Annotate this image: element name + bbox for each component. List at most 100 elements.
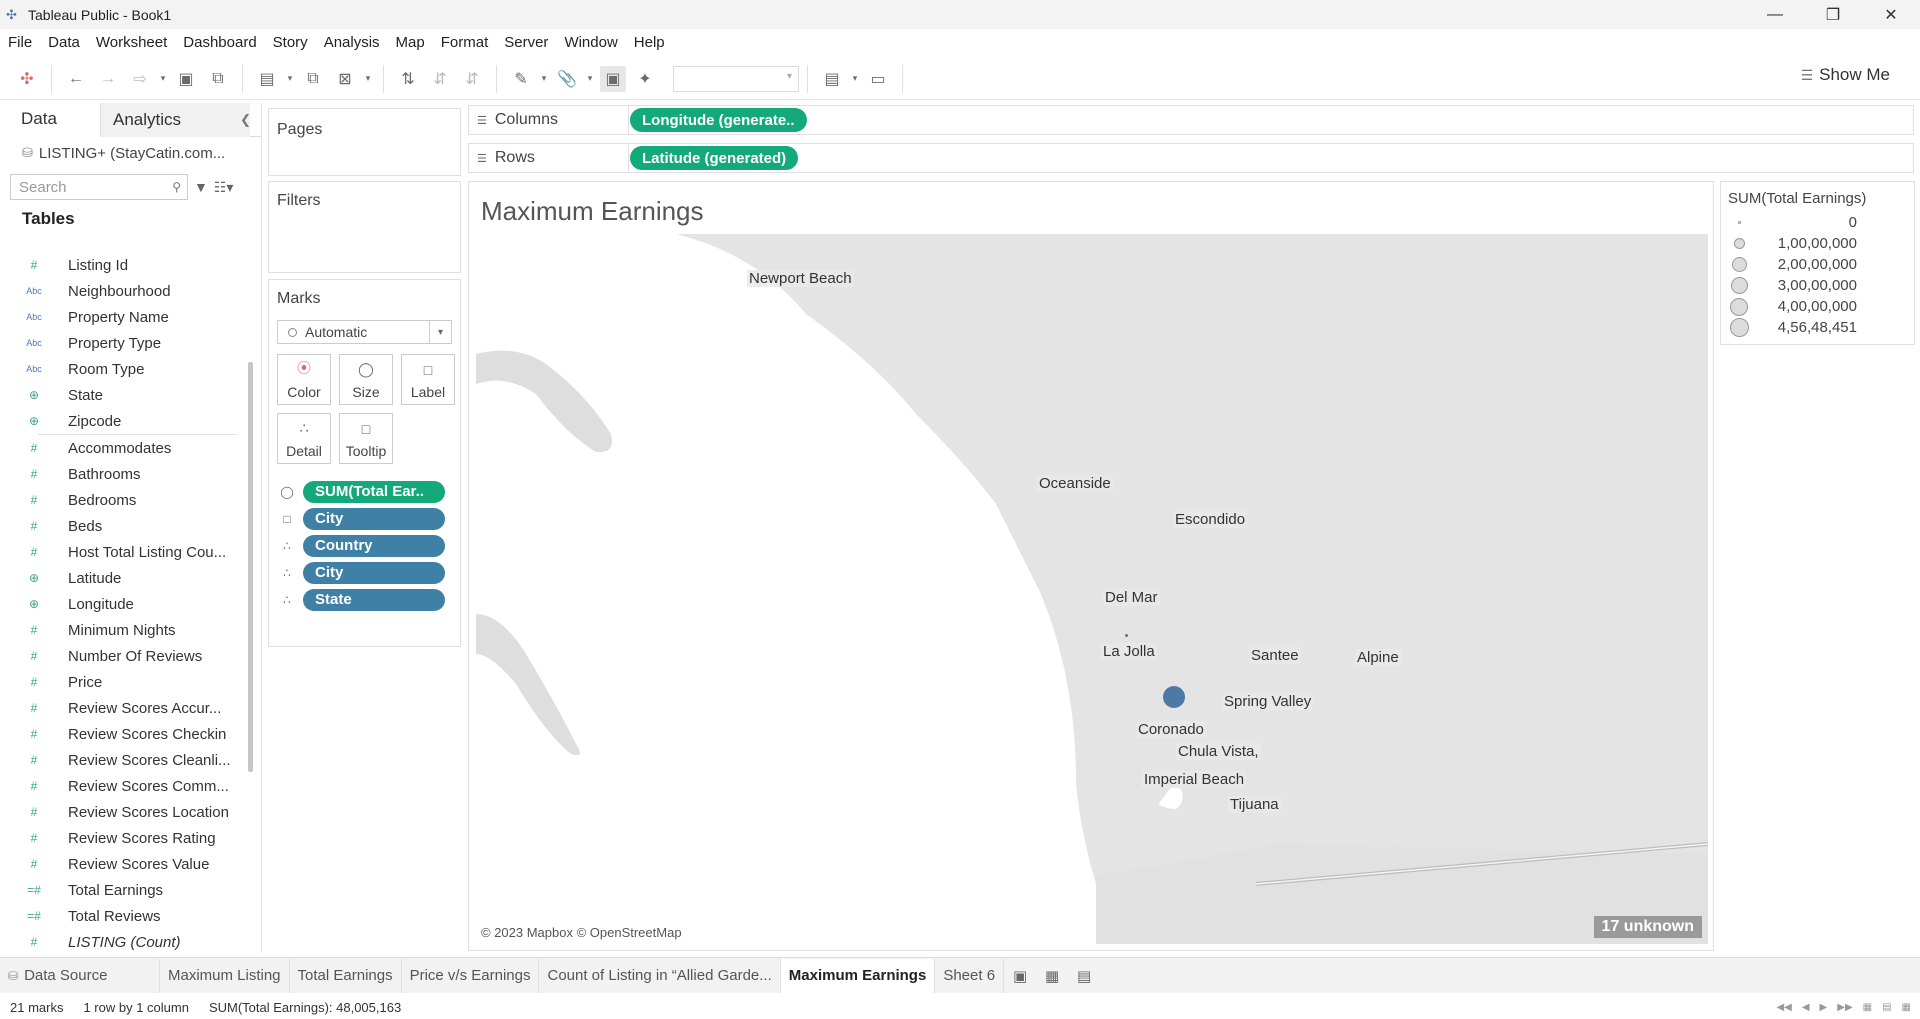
minimize-icon[interactable]: — — [1746, 0, 1804, 29]
menu-dashboard[interactable]: Dashboard — [175, 34, 264, 51]
prev-sheet-icon[interactable]: ◀ — [1797, 1002, 1815, 1013]
field-item[interactable]: # Beds — [0, 513, 246, 539]
rows-shelf[interactable]: ☰ Rows Latitude (generated) — [468, 143, 1914, 173]
collapse-pane-icon[interactable]: ❮ — [240, 112, 251, 128]
menu-file[interactable]: File — [0, 34, 40, 51]
datasource-item[interactable]: ⛁ LISTING+ (StayCatin.com... — [0, 137, 261, 169]
legend-title[interactable]: SUM(Total Earnings) — [1721, 182, 1914, 212]
sort-ascending-icon[interactable]: ⇵ — [427, 66, 453, 92]
field-item[interactable]: ⊕ Longitude — [0, 591, 246, 617]
new-worksheet-icon[interactable]: ▤ — [254, 66, 280, 92]
tableau-home-icon[interactable]: ✣ — [14, 66, 40, 92]
new-story-icon[interactable]: ▤ — [1068, 967, 1100, 985]
field-item[interactable]: # Listing Id — [0, 252, 246, 278]
show-me-button[interactable]: ☰ Show Me — [1801, 65, 1890, 85]
marks-pill[interactable]: City — [303, 507, 445, 530]
rows-pill[interactable]: Latitude (generated) — [630, 146, 799, 170]
menu-data[interactable]: Data — [40, 34, 88, 51]
field-item[interactable]: ⊕ State — [0, 382, 246, 408]
menu-server[interactable]: Server — [496, 34, 556, 51]
columns-pill[interactable]: Longitude (generate.. — [630, 108, 807, 132]
replay-icon[interactable]: ⇨ — [127, 66, 153, 92]
last-sheet-icon[interactable]: ▶▶ — [1832, 1002, 1857, 1013]
clear-sheet-icon[interactable]: ⊠ — [332, 66, 358, 92]
field-item[interactable]: Abc Neighbourhood — [0, 278, 246, 304]
unknown-indicator[interactable]: 17 unknown — [1593, 916, 1702, 938]
highlight-dropdown-icon[interactable]: ▾ — [538, 66, 550, 92]
viz-title[interactable]: Maximum Earnings — [481, 196, 704, 227]
tab-analytics[interactable]: Analytics — [100, 103, 250, 137]
tooltip-button[interactable]: □ Tooltip — [339, 413, 393, 464]
sheet-tab-active[interactable]: Maximum Earnings — [780, 958, 936, 993]
tab-data[interactable]: Data — [0, 103, 100, 137]
duplicate-sheet-icon[interactable]: ⧉ — [300, 66, 326, 92]
field-item[interactable]: ⊕ Latitude — [0, 565, 246, 591]
pages-card[interactable]: Pages — [268, 108, 461, 176]
field-item[interactable]: # Price — [0, 669, 246, 695]
field-item[interactable]: ⊕ Zipcode — [0, 408, 246, 434]
size-button[interactable]: ◯ Size — [339, 354, 393, 405]
presentation-mode-icon[interactable]: ▭ — [865, 66, 891, 92]
field-item[interactable]: # Review Scores Rating — [0, 825, 246, 851]
sheet-tab[interactable]: Sheet 6 — [935, 958, 1005, 993]
field-item[interactable]: # Number Of Reviews — [0, 643, 246, 669]
show-cards-icon[interactable]: ▤ — [819, 66, 845, 92]
next-sheet-icon[interactable]: ▶ — [1815, 1002, 1833, 1013]
field-item[interactable]: # Review Scores Location — [0, 799, 246, 825]
replay-dropdown-icon[interactable]: ▾ — [157, 66, 169, 92]
menu-window[interactable]: Window — [556, 34, 625, 51]
color-button[interactable]: ⦿ Color — [277, 354, 331, 405]
fit-select[interactable] — [673, 65, 799, 92]
field-item[interactable]: # Minimum Nights — [0, 617, 246, 643]
field-item[interactable]: # Review Scores Comm... — [0, 773, 246, 799]
columns-shelf[interactable]: ☰ Columns Longitude (generate.. — [468, 105, 1914, 135]
show-filmstrip-icon[interactable]: ▦ — [1858, 1002, 1877, 1013]
highlight-icon[interactable]: ✎ — [508, 66, 534, 92]
view-options-icon[interactable]: ☷▾ — [214, 179, 234, 196]
marks-pill[interactable]: City — [303, 561, 445, 584]
add-datasource-icon[interactable]: ⧉ — [205, 66, 231, 92]
show-sheet-sorter-icon[interactable]: ▦ — [1897, 1002, 1916, 1013]
label-button[interactable]: □ Label — [401, 354, 455, 405]
menu-format[interactable]: Format — [433, 34, 497, 51]
clear-sheet-dropdown-icon[interactable]: ▾ — [362, 66, 374, 92]
field-item[interactable]: # LISTING (Count) — [0, 929, 246, 955]
map[interactable]: Newport Beach Oceanside Escondido Del Ma… — [476, 234, 1708, 944]
new-dashboard-icon[interactable]: ▦ — [1036, 967, 1068, 985]
show-tabs-icon[interactable]: ▤ — [1877, 1002, 1896, 1013]
restore-icon[interactable]: ❐ — [1804, 0, 1862, 29]
field-item[interactable]: # Host Total Listing Cou... — [0, 539, 246, 565]
marks-pill[interactable]: State — [303, 588, 445, 611]
field-item[interactable]: # Bedrooms — [0, 487, 246, 513]
marks-pill[interactable]: Country — [303, 534, 445, 557]
marks-pill[interactable]: SUM(Total Ear.. — [303, 480, 445, 503]
new-worksheet-dropdown-icon[interactable]: ▾ — [284, 66, 296, 92]
data-point[interactable] — [1125, 634, 1128, 637]
close-icon[interactable]: ✕ — [1862, 0, 1920, 29]
field-item[interactable]: Abc Property Name — [0, 304, 246, 330]
show-cards-dropdown-icon[interactable]: ▾ — [849, 66, 861, 92]
group-icon[interactable]: 📎 — [554, 66, 580, 92]
search-input[interactable]: Search ⚲ — [10, 174, 188, 200]
field-list-scrollbar[interactable] — [248, 362, 253, 772]
sheet-tab[interactable]: Price v/s Earnings — [402, 958, 540, 993]
field-item[interactable]: # Accommodates — [0, 435, 246, 461]
mark-type-select[interactable]: Automatic ▾ — [277, 320, 452, 344]
undo-icon[interactable]: ← — [63, 66, 89, 92]
tab-data-source[interactable]: ⛁ Data Source — [0, 958, 160, 993]
field-item[interactable]: =# Total Reviews — [0, 903, 246, 929]
field-item[interactable]: # Bathrooms — [0, 461, 246, 487]
swap-icon[interactable]: ⇅ — [395, 66, 421, 92]
filters-card[interactable]: Filters — [268, 181, 461, 273]
new-worksheet-icon[interactable]: ▣ — [1004, 967, 1036, 985]
field-item[interactable]: # Review Scores Value — [0, 851, 246, 877]
field-item[interactable]: =# Total Earnings — [0, 877, 246, 903]
group-dropdown-icon[interactable]: ▾ — [584, 66, 596, 92]
menu-help[interactable]: Help — [626, 34, 673, 51]
data-point[interactable] — [1163, 686, 1185, 708]
field-item[interactable]: # Review Scores Cleanli... — [0, 747, 246, 773]
menu-map[interactable]: Map — [388, 34, 433, 51]
field-item[interactable]: # Review Scores Checkin — [0, 721, 246, 747]
field-item[interactable]: # Review Scores Accur... — [0, 695, 246, 721]
save-icon[interactable]: ▣ — [173, 66, 199, 92]
